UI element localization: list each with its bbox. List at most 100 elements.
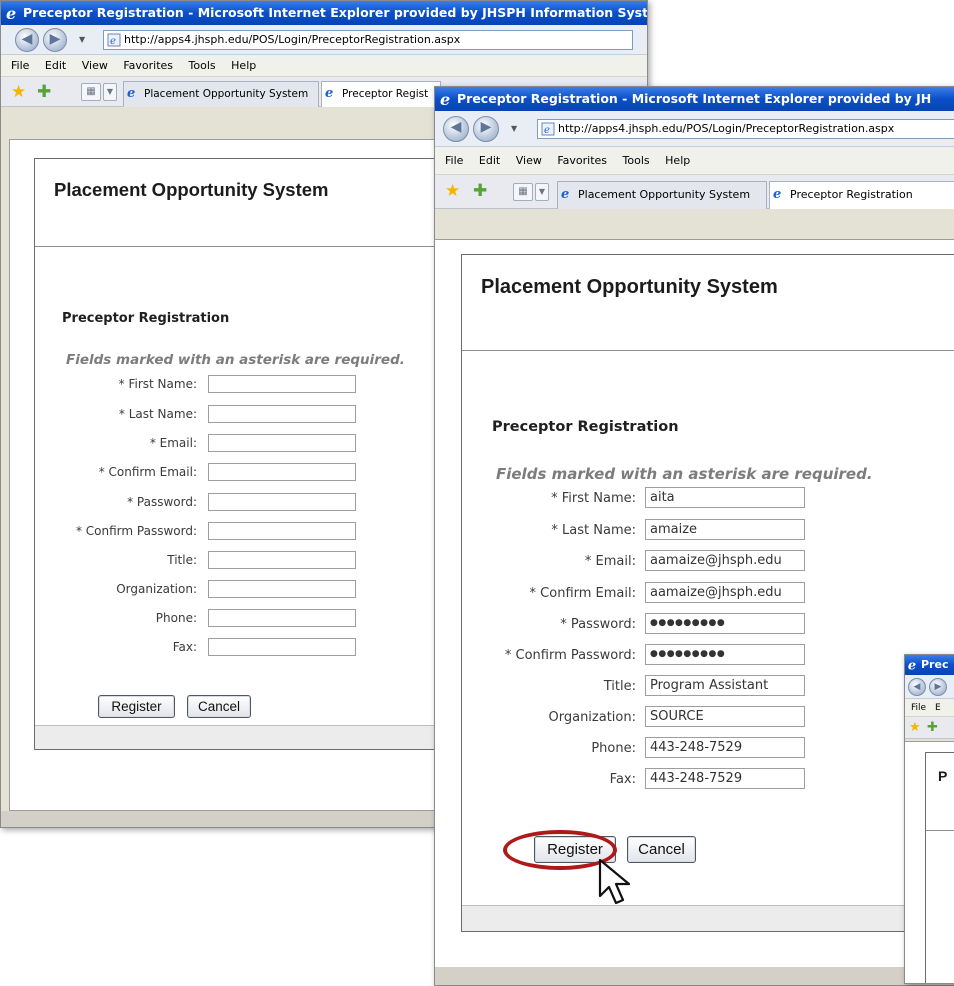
forward-button[interactable]: ▶ [929,678,947,696]
back-icon: ◀ [913,682,921,692]
tab-preceptor[interactable]: e Preceptor Regist [321,81,441,107]
tab-label: Preceptor Registration [790,188,913,201]
confirm-email-input[interactable]: aamaize@jhsph.edu [645,582,805,603]
confirm-password-input[interactable]: ●●●●●●●●● [645,644,805,665]
tab-list-dropdown[interactable]: ▼ [535,183,549,201]
forward-button[interactable]: ▶ [43,28,67,52]
fax-input[interactable] [208,638,356,656]
app-title: Placement Opportunity System [54,179,329,200]
tab-list-dropdown[interactable]: ▼ [103,83,117,101]
phone-input[interactable] [208,609,356,627]
last-name-input[interactable] [208,405,356,423]
menu-edit[interactable]: Edit [45,59,66,72]
cursor-icon [598,858,631,905]
confirm-email-input[interactable] [208,463,356,481]
address-row: ◀ ▶ ▼ e http://apps4.jhsph.edu/POS/Login… [435,111,954,147]
favorites-star-icon[interactable]: ★ [445,181,460,201]
title-input[interactable] [208,551,356,569]
email-input[interactable] [208,434,356,452]
forward-icon: ▶ [49,31,61,47]
menu-file[interactable]: File [445,154,463,167]
cancel-button[interactable]: Cancel [187,695,251,718]
quick-tabs-icon[interactable]: ▦ [81,83,101,101]
organization-label: Organization: [116,582,197,596]
menu-bar: File E [905,699,954,717]
confirm-email-label: * Confirm Email: [98,465,197,479]
phone-label: Phone: [591,741,636,756]
menu-view[interactable]: View [516,154,542,167]
menu-tools[interactable]: Tools [623,154,650,167]
ie-icon: e [440,91,450,107]
first-name-label: * First Name: [551,491,636,506]
tab-placement[interactable]: e Placement Opportunity System [557,181,767,209]
tab-label: Placement Opportunity System [144,88,309,100]
page-sheet: Placement Opportunity System Preceptor R… [461,254,954,932]
menu-favorites[interactable]: Favorites [557,154,607,167]
page-heading: Preceptor Registration [492,419,679,435]
menu-view[interactable]: View [82,59,108,72]
ie-icon: e [908,658,916,671]
app-title: Placement Opportunity System [481,276,778,298]
menu-edit[interactable]: E [935,703,941,713]
address-bar[interactable]: e http://apps4.jhsph.edu/POS/Login/Prece… [537,119,954,139]
confirm-email-label: * Confirm Email: [529,586,636,601]
menu-help[interactable]: Help [231,59,256,72]
title-input[interactable]: Program Assistant [645,675,805,696]
password-input[interactable]: ●●●●●●●●● [645,613,805,634]
forward-icon: ▶ [480,119,492,135]
ie-icon: e [561,187,570,202]
page-heading: Preceptor Registration [62,311,230,326]
fax-input[interactable]: 443-248-7529 [645,768,805,789]
back-button[interactable]: ◀ [908,678,926,696]
address-bar[interactable]: e http://apps4.jhsph.edu/POS/Login/Prece… [103,30,633,50]
forward-button[interactable]: ▶ [473,116,499,142]
add-favorites-icon[interactable]: ✚ [37,82,51,102]
menu-favorites[interactable]: Favorites [123,59,173,72]
address-text: http://apps4.jhsph.edu/POS/Login/Precept… [124,33,461,46]
first-name-input[interactable] [208,375,356,393]
required-note: Fields marked with an asterisk are requi… [66,352,405,368]
title-label: Title: [167,553,197,567]
menu-help[interactable]: Help [665,154,690,167]
svg-text:e: e [6,5,16,21]
favorites-star-icon[interactable]: ★ [909,720,921,735]
address-row: ◀ ▶ [905,675,954,699]
password-input[interactable] [208,493,356,511]
phone-input[interactable]: 443-248-7529 [645,737,805,758]
required-note: Fields marked with an asterisk are requi… [496,465,873,483]
window-title-bar: e Preceptor Registration - Microsoft Int… [1,1,647,25]
back-button[interactable]: ◀ [443,116,469,142]
menu-edit[interactable]: Edit [479,154,500,167]
organization-label: Organization: [548,710,637,725]
window-title: Preceptor Registration - Microsoft Inter… [457,91,932,106]
register-button[interactable]: Register [98,695,175,718]
tab-preceptor[interactable]: e Preceptor Registration [769,181,954,209]
app-header: Placement Opportunity System [462,255,954,351]
history-dropdown-icon[interactable]: ▼ [79,35,85,44]
add-favorites-icon[interactable]: ✚ [927,720,938,735]
organization-input[interactable]: SOURCE [645,706,805,727]
quick-tabs-icon[interactable]: ▦ [513,183,533,201]
favorites-star-icon[interactable]: ★ [11,82,26,102]
forward-icon: ▶ [934,682,942,692]
history-dropdown-icon[interactable]: ▼ [511,124,517,133]
email-input[interactable]: aamaize@jhsph.edu [645,550,805,571]
menu-file[interactable]: File [11,59,29,72]
ie-icon: e [6,5,16,21]
last-name-input[interactable]: amaize [645,519,805,540]
back-button[interactable]: ◀ [15,28,39,52]
first-name-input[interactable]: aita [645,487,805,508]
address-row: ◀ ▶ ▼ e http://apps4.jhsph.edu/POS/Login… [1,25,647,55]
fax-label: Fax: [609,772,636,787]
menu-tools[interactable]: Tools [189,59,216,72]
menu-file[interactable]: File [911,703,926,713]
password-label: * Password: [560,617,636,632]
address-text: http://apps4.jhsph.edu/POS/Login/Precept… [558,122,895,135]
confirm-password-input[interactable] [208,522,356,540]
organization-input[interactable] [208,580,356,598]
back-icon: ◀ [21,31,33,47]
last-name-label: * Last Name: [118,407,197,421]
browser-window-2: e Preceptor Registration - Microsoft Int… [434,86,954,986]
tab-placement[interactable]: e Placement Opportunity System [123,81,319,107]
add-favorites-icon[interactable]: ✚ [473,181,487,201]
